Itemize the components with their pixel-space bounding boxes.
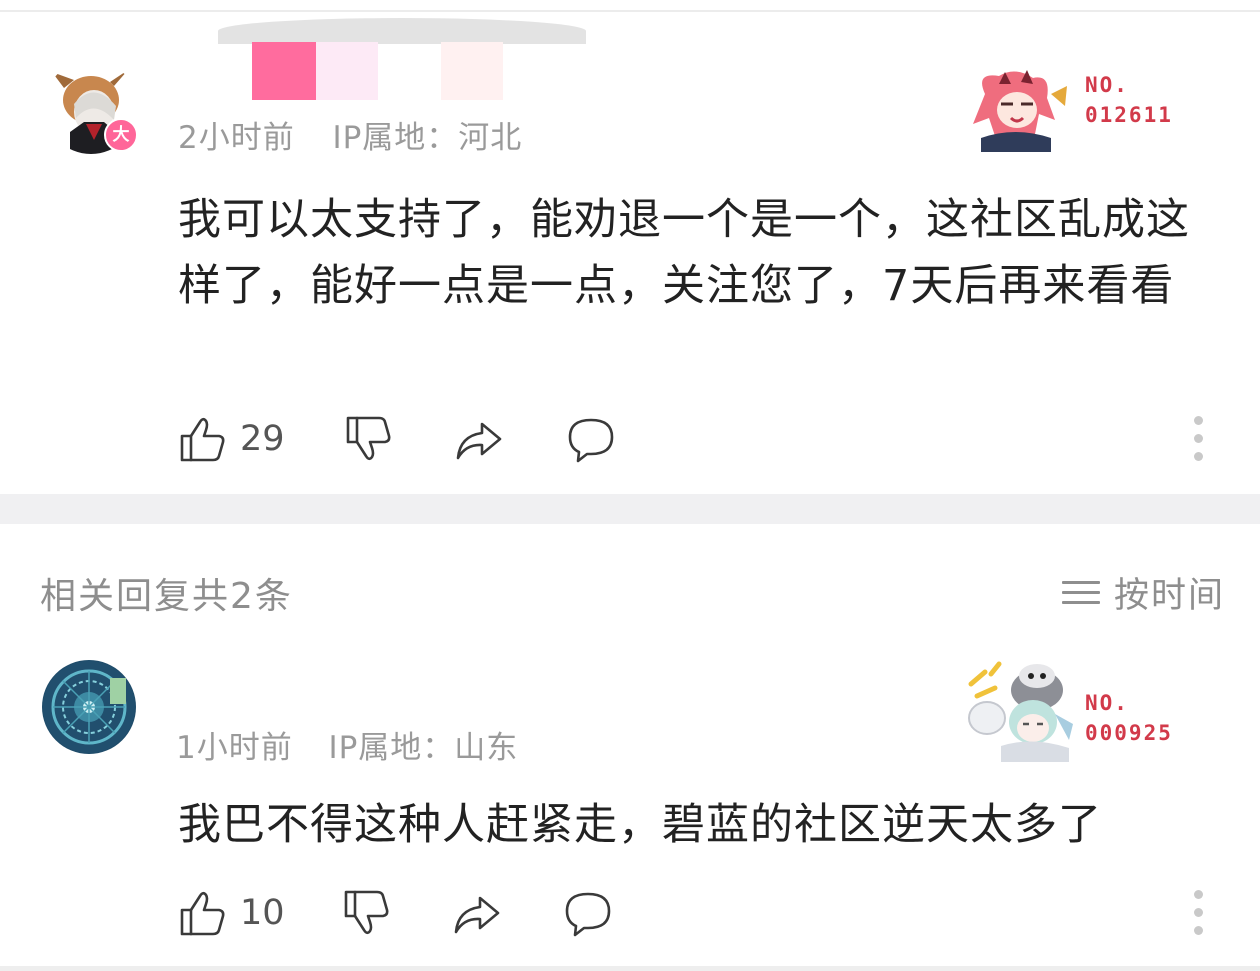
medal-character-image [968, 661, 1073, 762]
comment-bubble-icon [565, 892, 611, 937]
dislike-button[interactable] [344, 414, 394, 464]
ip-label: IP属地： [332, 120, 459, 156]
medal-number: 000925 [1085, 721, 1173, 745]
replies-count-title: 相关回复共2条 [40, 576, 293, 617]
avatar-corner-tag [110, 678, 126, 704]
medal-no-label: NO. [1085, 691, 1129, 715]
username-redaction [316, 42, 378, 100]
avatar-image [43, 661, 135, 753]
dislike-button[interactable] [342, 888, 392, 938]
username-redaction [441, 42, 503, 100]
more-options-button[interactable] [1192, 890, 1204, 944]
share-icon [454, 896, 500, 934]
reply-time: 1小时前 [176, 730, 293, 766]
avatar[interactable] [42, 660, 136, 754]
more-dot-icon [1193, 890, 1203, 899]
fan-medal[interactable]: NO. 000925 [965, 654, 1185, 764]
reply-button[interactable] [563, 888, 613, 938]
bottom-divider [0, 966, 1260, 971]
comment-text: 我可以太支持了，能劝退一个是一个，这社区乱成这样了，能好一点是一点，关注您了，7… [178, 195, 1190, 311]
thumbs-up-icon [180, 891, 225, 936]
level-badge: 大 [104, 118, 138, 152]
comment-card: 大 2小时前 IP属地：河北 NO. 012611 我可以太支持了，能劝退一个是… [0, 12, 1260, 494]
comment-bubble-icon [568, 418, 614, 463]
share-icon [456, 422, 502, 460]
more-dot-icon [1193, 908, 1203, 917]
fan-medal[interactable]: NO. 012611 [955, 64, 1173, 154]
username-redaction [252, 42, 316, 100]
ip-location: 河北 [458, 120, 523, 156]
thumbs-down-icon [346, 416, 391, 461]
reply-actions: 10 [0, 884, 1260, 944]
reply-button[interactable] [566, 414, 616, 464]
like-count: 10 [240, 893, 285, 933]
sort-label: 按时间 [1114, 576, 1226, 616]
like-count: 29 [240, 419, 285, 459]
medal-number: 012611 [1085, 103, 1173, 127]
sort-lines-icon [1062, 574, 1100, 611]
more-dot-icon [1193, 434, 1203, 443]
section-divider [0, 494, 1260, 524]
reply-text: 我巴不得这种人赶紧走，碧蓝的社区逆天太多了 [178, 800, 1102, 850]
comment-meta: 2小时前 IP属地：河北 [178, 112, 522, 157]
comment-actions: 29 [0, 410, 1260, 470]
thumbs-up-icon [180, 417, 225, 462]
more-dot-icon [1193, 416, 1203, 425]
like-button[interactable]: 29 [178, 414, 285, 464]
more-dot-icon [1193, 926, 1203, 935]
share-button[interactable] [454, 414, 504, 464]
username-redaction-shadow [218, 18, 586, 44]
reply-card: 1小时前 IP属地：山东 NO. 000925 我巴不得这种人赶紧走，碧蓝的社区… [0, 640, 1260, 966]
reply-meta: 1小时前 IP属地：山东 [176, 722, 518, 767]
like-button[interactable]: 10 [178, 888, 285, 938]
sort-toggle[interactable]: 按时间 [1062, 567, 1225, 618]
ip-label: IP属地： [328, 730, 455, 766]
more-dot-icon [1193, 452, 1203, 461]
level-badge-label: 大 [112, 124, 130, 145]
more-options-button[interactable] [1192, 416, 1204, 470]
medal-no-label: NO. [1085, 73, 1129, 97]
medal-character-image [973, 70, 1067, 152]
ip-location: 山东 [454, 730, 519, 766]
share-button[interactable] [452, 888, 502, 938]
thumbs-down-icon [344, 890, 389, 935]
comment-time: 2小时前 [178, 120, 295, 156]
